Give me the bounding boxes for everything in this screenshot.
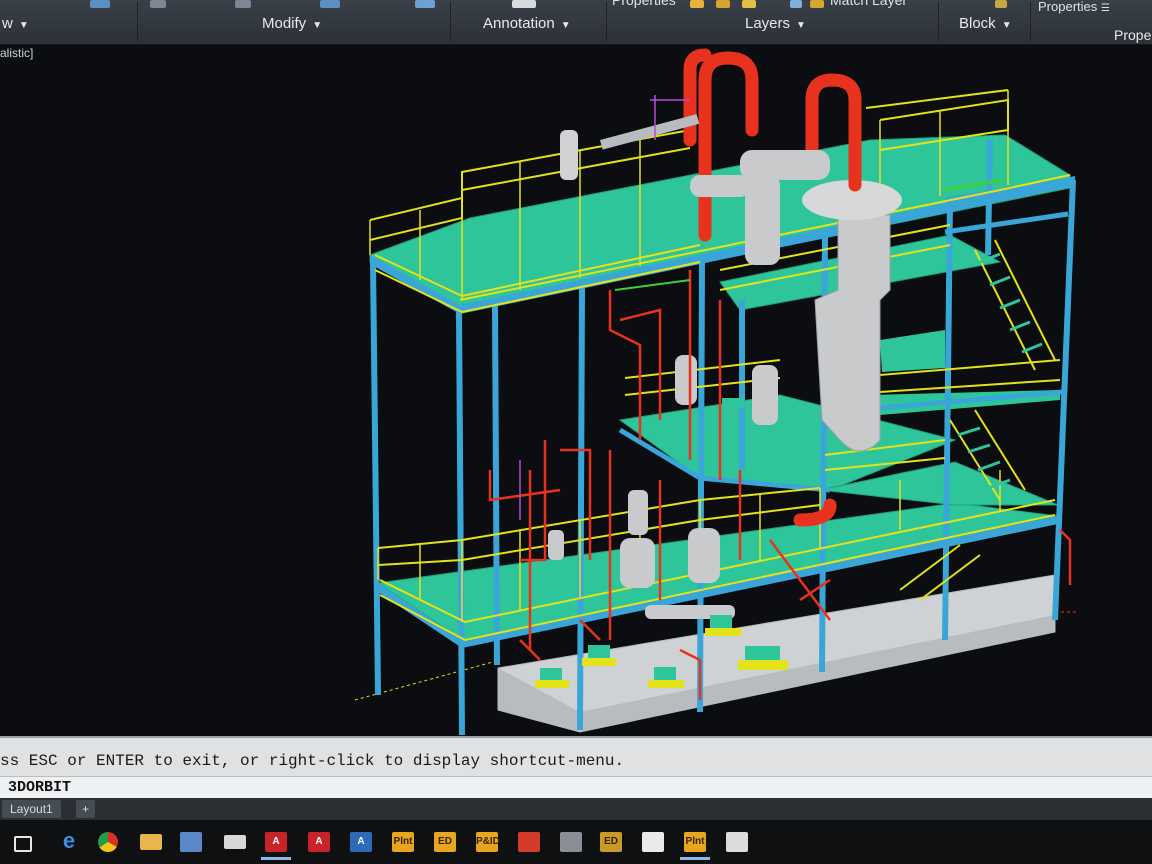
- photos-icon[interactable]: [726, 832, 748, 852]
- layers-panel-label[interactable]: Layers ▼: [745, 15, 806, 32]
- block-panel-label[interactable]: Block ▼: [959, 15, 1012, 32]
- ribbon-separator: [450, 2, 451, 42]
- ed-icon[interactable]: ED: [434, 832, 456, 852]
- chevron-down-icon: ▼: [796, 20, 806, 31]
- ribbon-separator: [606, 2, 607, 42]
- autocad-icon[interactable]: A: [308, 832, 330, 852]
- recorder-icon[interactable]: [518, 832, 540, 852]
- current-command: 3DORBIT: [8, 779, 72, 796]
- tool-icon[interactable]: [512, 0, 536, 8]
- tool-icon[interactable]: [810, 0, 824, 8]
- autocad-icon[interactable]: A: [350, 832, 372, 852]
- chevron-down-icon: ▼: [18, 20, 29, 31]
- tool-icon[interactable]: [235, 0, 251, 8]
- annotation-panel-label[interactable]: Annotation ▼: [483, 15, 571, 32]
- plant3d-icon[interactable]: Plnt: [680, 832, 710, 860]
- file-explorer-icon[interactable]: [140, 834, 162, 850]
- tool-icon[interactable]: [90, 0, 110, 8]
- tool-icon[interactable]: [320, 0, 340, 8]
- top-platform: [369, 134, 1071, 313]
- command-line[interactable]: 3DORBIT: [0, 776, 1152, 799]
- add-layout-button[interactable]: +: [76, 800, 96, 818]
- tab-layout1[interactable]: Layout1: [2, 800, 61, 818]
- green-pipe: [614, 279, 691, 291]
- task-view-icon[interactable]: [14, 836, 32, 852]
- list-icon: ☰: [1100, 3, 1110, 14]
- tool-icon[interactable]: [995, 0, 1007, 8]
- tool-icon[interactable]: [790, 0, 802, 8]
- tool-icon[interactable]: [690, 0, 704, 8]
- 3d-plant-model: [354, 48, 1078, 736]
- ribbon-separator: [1030, 2, 1031, 42]
- command-history: ss ESC or ENTER to exit, or right-click …: [0, 736, 1152, 778]
- ribbon: w ▼ Modify ▼ Annotation ▼ Properties Match …: [0, 0, 1152, 45]
- edge-icon[interactable]: e: [58, 830, 80, 852]
- ed-icon[interactable]: ED: [600, 832, 622, 852]
- command-history-text: ss ESC or ENTER to exit, or right-click …: [0, 752, 625, 770]
- modify-panel-label[interactable]: Modify ▼: [262, 15, 322, 32]
- properties-panel-label[interactable]: Proper: [1114, 27, 1152, 43]
- pid-icon[interactable]: P&ID: [476, 832, 500, 852]
- tool-icon[interactable]: [716, 0, 730, 8]
- view-panel-label[interactable]: w ▼: [2, 15, 29, 32]
- drawing-viewport[interactable]: alistic]: [0, 44, 1152, 736]
- match-layer-button[interactable]: Match Layer: [830, 0, 907, 8]
- properties-small-button[interactable]: Properties ☰: [1038, 0, 1110, 14]
- tool-icon[interactable]: [742, 0, 756, 8]
- chevron-down-icon: ▼: [312, 20, 323, 31]
- visual-style-label[interactable]: alistic]: [0, 46, 33, 60]
- ribbon-separator: [938, 2, 939, 42]
- chevron-down-icon: ▼: [560, 20, 571, 31]
- store-icon[interactable]: [180, 832, 202, 852]
- landing: [880, 330, 945, 372]
- calculator-icon[interactable]: [560, 832, 582, 852]
- clapper-icon[interactable]: [642, 832, 664, 852]
- ribbon-separator: [137, 2, 138, 42]
- mail-icon[interactable]: [224, 835, 246, 849]
- chevron-down-icon: ▼: [1001, 20, 1012, 31]
- taskbar: e A A A Plnt ED P&ID ED Plnt: [0, 820, 1152, 864]
- tool-icon[interactable]: [415, 0, 435, 8]
- layout-tabs: Layout1 +: [0, 798, 1152, 820]
- plant3d-icon[interactable]: Plnt: [392, 832, 414, 852]
- properties-button[interactable]: Properties: [612, 0, 676, 8]
- chrome-icon[interactable]: [98, 832, 118, 852]
- autocad-icon[interactable]: A: [261, 832, 291, 860]
- tool-icon[interactable]: [150, 0, 166, 8]
